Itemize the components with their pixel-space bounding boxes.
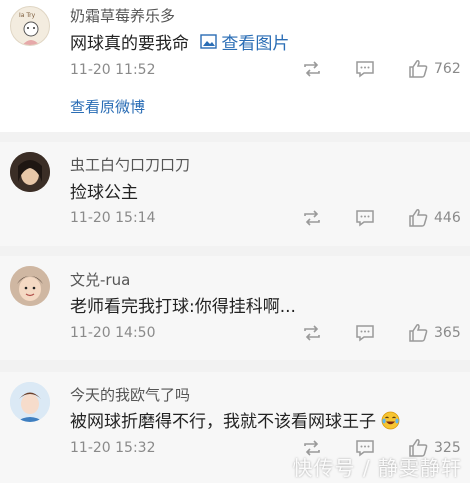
view-image-label: 查看图片 (221, 34, 290, 54)
thumbs-up-icon (409, 60, 428, 78)
comment-time: 11-20 15:32 (70, 440, 156, 456)
like-count: 446 (434, 209, 461, 226)
view-original-weibo-link[interactable]: 查看原微博 (70, 96, 145, 117)
comment-time: 11-20 11:52 (70, 62, 156, 78)
avatar[interactable]: Ia Try (10, 6, 50, 46)
comment-item-1: Ia Try 奶霜草莓养乐多 网球真的要我命 查看图片 11-20 11:52 (0, 0, 470, 132)
comment-item-2: 虫工白勺口刀口刀 捡球公主 11-20 15:14 446 (0, 142, 470, 246)
comment-text: 老师看完我打球:你得挂科啊... (70, 297, 296, 317)
comment-icon (356, 325, 374, 342)
comment-text: 网球真的要我命 查看图片 (70, 29, 289, 54)
watermark: 快传号 / 静雯静轩 (292, 456, 462, 480)
divider (0, 246, 470, 256)
like-count: 762 (434, 60, 461, 77)
avatar[interactable] (10, 266, 50, 306)
username[interactable]: 文兑-rua (70, 269, 130, 290)
repost-button[interactable] (302, 60, 322, 78)
comment-text: 捡球公主 (70, 183, 138, 203)
comment-item-3: 文兑-rua 老师看完我打球:你得挂科啊... 11-20 14:50 365 (0, 256, 470, 360)
divider (0, 360, 470, 372)
comment-text-content: 被网球折磨得不行，我就不该看网球王子 (70, 412, 376, 432)
username[interactable]: 虫工白勺口刀口刀 (70, 154, 190, 175)
laughing-tears-emoji-icon (381, 411, 400, 435)
image-icon (200, 34, 218, 49)
repost-button[interactable] (302, 209, 322, 227)
like-button[interactable]: 446 (408, 208, 461, 227)
repost-icon (304, 61, 320, 77)
like-count: 365 (434, 324, 461, 341)
comment-button[interactable] (355, 324, 375, 342)
repost-icon (304, 325, 320, 341)
comment-button[interactable] (355, 209, 375, 227)
thumbs-up-icon (409, 324, 428, 342)
username[interactable]: 今天的我欧气了吗 (70, 384, 190, 405)
comment-text: 被网球折磨得不行，我就不该看网球王子 (70, 407, 400, 435)
like-button[interactable]: 365 (408, 323, 461, 342)
repost-button[interactable] (302, 324, 322, 342)
divider (0, 132, 470, 142)
comment-icon (356, 210, 374, 227)
comment-time: 11-20 14:50 (70, 325, 156, 341)
avatar[interactable] (10, 382, 50, 422)
view-image-link[interactable]: 查看图片 (200, 29, 289, 54)
repost-icon (304, 210, 320, 226)
comment-button[interactable] (355, 60, 375, 78)
thumbs-up-icon (409, 209, 428, 227)
username[interactable]: 奶霜草莓养乐多 (70, 5, 175, 26)
avatar[interactable] (10, 152, 50, 192)
comment-text-content: 网球真的要我命 (70, 34, 189, 54)
comment-icon (356, 61, 374, 78)
comment-time: 11-20 15:14 (70, 210, 156, 226)
like-button[interactable]: 762 (408, 59, 461, 78)
svg-text:Ia Try: Ia Try (19, 12, 36, 19)
